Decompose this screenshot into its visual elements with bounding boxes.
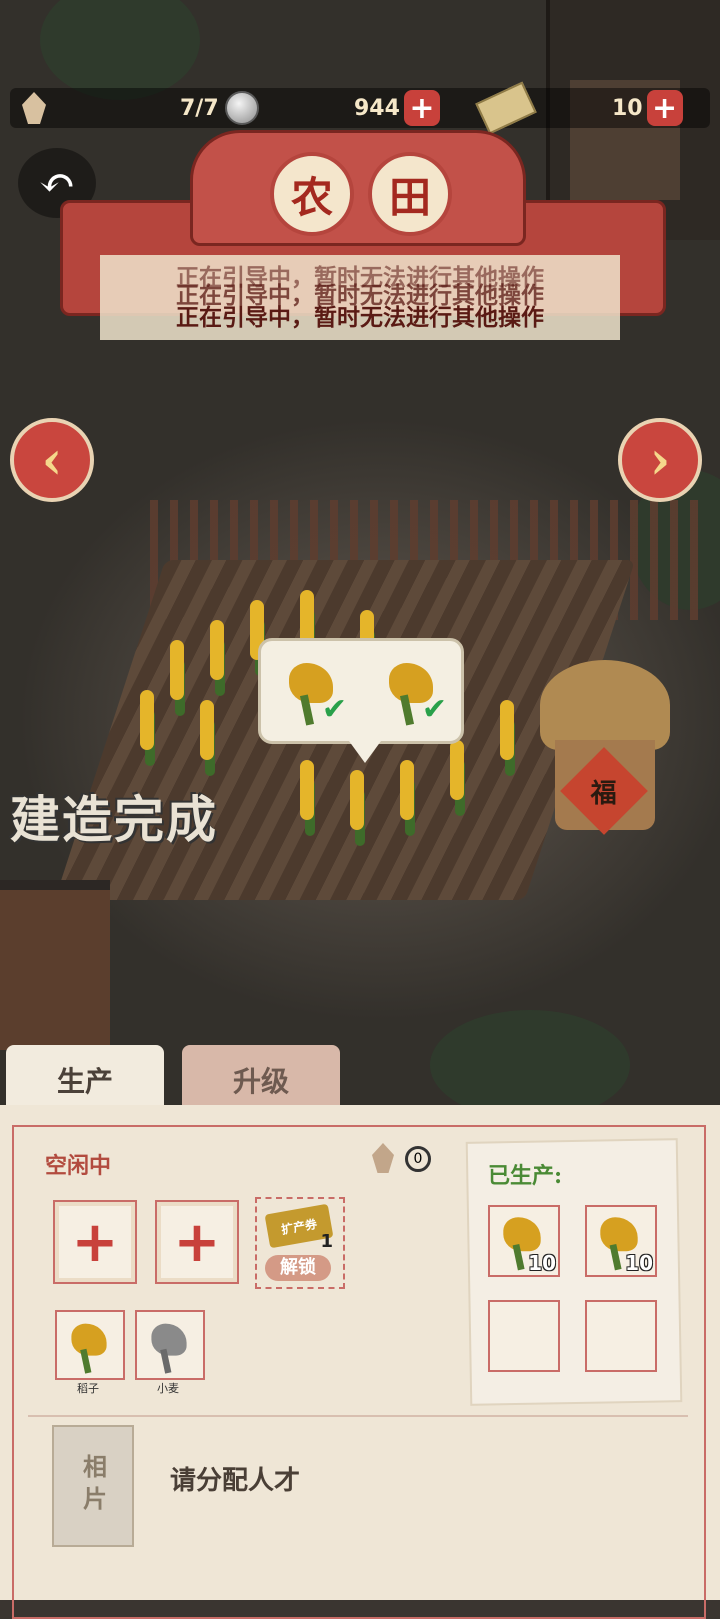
assign-talent-prompt: 请分配人才 (170, 1466, 301, 1496)
granary-hut[interactable]: 福 (540, 660, 670, 835)
rice-icon (63, 1317, 114, 1375)
background-tree (40, 0, 200, 100)
wheat-icon (143, 1317, 194, 1375)
divider (28, 1415, 688, 1417)
stamina-icon (22, 90, 46, 126)
add-coins-button[interactable]: + (403, 90, 440, 126)
add-production-slot[interactable]: + (53, 1200, 137, 1284)
plus-icon: + (173, 1209, 221, 1275)
seed-label: 稻子 (77, 1382, 99, 1395)
next-building-button[interactable]: › (618, 418, 702, 502)
rice-crop (210, 620, 224, 680)
rice-crop (200, 700, 214, 760)
rice-crop (500, 700, 514, 760)
rice-crop (170, 640, 184, 700)
stamina-value: 7/7 (180, 95, 219, 121)
coin-counter: 944 + (354, 90, 440, 126)
produced-title: 已生产: (488, 1163, 563, 1189)
add-production-slot[interactable]: + (155, 1200, 239, 1284)
check-icon: ✔ (421, 692, 447, 727)
rice-crop (400, 760, 414, 820)
brick-kiln (0, 880, 110, 1050)
ticket-counter: 10 + (612, 90, 683, 126)
silver-coin-icon (224, 91, 259, 125)
talent-photo-slot[interactable]: 相片 (52, 1425, 134, 1547)
check-icon: ✔ (321, 692, 347, 727)
build-complete-label: 建造完成 (10, 790, 218, 849)
add-tickets-button[interactable]: + (646, 90, 683, 126)
seed-rice[interactable] (55, 1310, 125, 1380)
rice-crop (140, 690, 154, 750)
harvest-bubble[interactable]: ✔ ✔ (258, 638, 464, 763)
produced-count: 10 (625, 1251, 653, 1275)
banknote-icon (475, 81, 537, 135)
unlock-slot[interactable]: 扩产券 1 解锁 (255, 1197, 345, 1289)
rice-bundle-icon: ✔ (379, 655, 447, 727)
title-banner (190, 130, 526, 246)
production-status: 空闲中 (45, 1153, 112, 1179)
title-char-2: 田 (368, 152, 452, 236)
stamina-counter: 7/7 (180, 90, 259, 126)
seed-wheat[interactable] (135, 1310, 205, 1380)
produced-slot[interactable]: 10 (585, 1205, 657, 1277)
rice-crop (350, 770, 364, 830)
rice-crop (300, 760, 314, 820)
title-char-1: 农 (270, 152, 354, 236)
produced-slot[interactable]: 10 (488, 1205, 560, 1277)
unlock-button[interactable]: 解锁 (265, 1255, 331, 1281)
background-tree (430, 1010, 630, 1120)
produced-count: 10 (528, 1251, 556, 1275)
coin-value: 944 (354, 95, 400, 121)
worker-count: 0 (405, 1146, 431, 1172)
produced-slot-empty (585, 1300, 657, 1372)
rice-bundle-icon: ✔ (279, 655, 347, 727)
ticket-count: 1 (320, 1231, 333, 1252)
guide-text: 正在引导中，暂时无法进行其他操作 (176, 304, 544, 331)
prev-building-button[interactable]: ‹ (10, 418, 94, 502)
seed-label: 小麦 (157, 1382, 179, 1395)
produced-slot-empty (488, 1300, 560, 1372)
ticket-value: 10 (612, 95, 643, 121)
rice-crop (450, 740, 464, 800)
plus-icon: + (71, 1209, 119, 1275)
hut-roof (540, 660, 670, 750)
